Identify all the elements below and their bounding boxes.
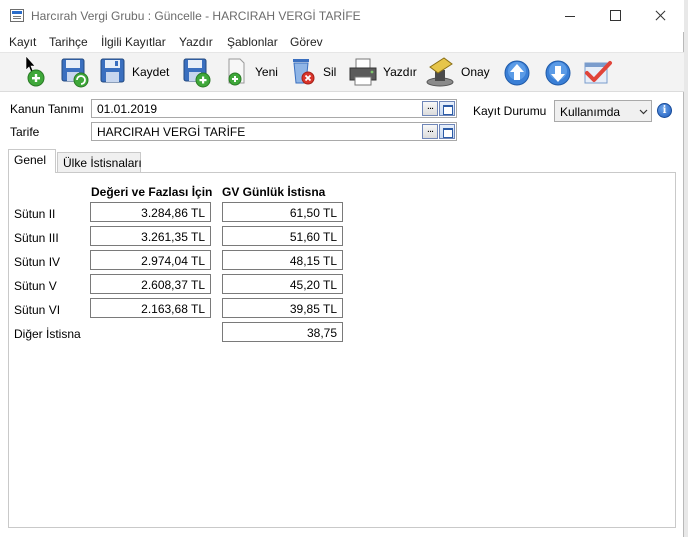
- new-document-icon: [228, 58, 245, 86]
- printer-icon: [349, 58, 377, 86]
- close-button[interactable]: [638, 0, 684, 32]
- app-icon: [10, 9, 24, 22]
- move-down-button[interactable]: [544, 53, 572, 93]
- maximize-button[interactable]: [592, 0, 638, 32]
- approve-stamp-icon: [426, 57, 454, 87]
- value-input-sutun-iii[interactable]: 3.261,35 TL: [90, 226, 211, 246]
- kanun-open-window-icon[interactable]: [439, 101, 455, 116]
- chevron-down-icon: [639, 109, 648, 115]
- exemption-input-diger-istisna[interactable]: 38,75: [222, 322, 343, 342]
- value-input-sutun-vi[interactable]: 2.163,68 TL: [90, 298, 211, 318]
- info-icon[interactable]: i: [657, 103, 672, 118]
- floppy-disk-icon: [100, 58, 125, 83]
- kanun-tanimi-label: Kanun Tanımı: [10, 102, 84, 116]
- row-label-sutun-iv: Sütun IV: [14, 255, 61, 269]
- arrow-down-icon: [545, 60, 571, 86]
- tab-ulke-istisnalari[interactable]: Ülke İstisnaları: [57, 152, 142, 173]
- kayit-durumu-value: Kullanımda: [560, 105, 621, 119]
- minimize-button[interactable]: [546, 0, 592, 32]
- save-button[interactable]: Kaydet: [132, 65, 169, 79]
- main-window: Harcırah Vergi Grubu : Güncelle - HARCIR…: [0, 0, 684, 537]
- menu-gorev[interactable]: Görev: [290, 35, 323, 49]
- kanun-tanimi-field[interactable]: 01.01.2019 ...: [91, 99, 457, 118]
- column-header-exemption: GV Günlük İstisna: [222, 185, 326, 199]
- column-header-value: Değeri ve Fazlası İçin: [91, 185, 213, 199]
- row-label-sutun-v: Sütun V: [14, 279, 57, 293]
- row-label-diger-istisna: Diğer İstisna: [14, 327, 81, 341]
- row-label-sutun-vi: Sütun VI: [14, 303, 61, 317]
- kayit-durumu-label: Kayıt Durumu: [473, 104, 547, 118]
- tarife-field[interactable]: HARCIRAH VERGİ TARİFE ...: [91, 122, 457, 141]
- delete-button[interactable]: Sil: [323, 65, 336, 79]
- row-label-sutun-ii: Sütun II: [14, 207, 56, 221]
- title-bar: Harcırah Vergi Grubu : Güncelle - HARCIR…: [0, 0, 684, 32]
- value-input-sutun-v[interactable]: 2.608,37 TL: [90, 274, 211, 294]
- tarife-open-window-icon[interactable]: [439, 124, 455, 139]
- save-refresh-icon: [61, 58, 89, 88]
- print-button[interactable]: Yazdır: [383, 65, 417, 79]
- menu-ilgili-kayitlar[interactable]: İlgili Kayıtlar: [101, 35, 166, 49]
- value-input-sutun-iv[interactable]: 2.974,04 TL: [90, 250, 211, 270]
- tarife-lookup-button[interactable]: ...: [422, 124, 438, 139]
- tab-panel-genel: Değeri ve Fazlası İçin GV Günlük İstisna…: [8, 172, 676, 528]
- tab-genel[interactable]: Genel: [8, 149, 56, 173]
- save-new-icon: [183, 58, 211, 88]
- tarife-label: Tarife: [10, 125, 40, 139]
- confirm-button[interactable]: [581, 53, 615, 93]
- approve-button[interactable]: Onay: [461, 65, 490, 79]
- exemption-input-sutun-iii[interactable]: 51,60 TL: [222, 226, 343, 246]
- background-window-edge: [684, 0, 688, 537]
- move-up-button[interactable]: [503, 53, 531, 93]
- menu-tarihce[interactable]: Tarihçe: [49, 35, 88, 49]
- menu-sablonlar[interactable]: Şablonlar: [227, 35, 278, 49]
- exemption-input-sutun-iv[interactable]: 48,15 TL: [222, 250, 343, 270]
- value-input-sutun-ii[interactable]: 3.284,86 TL: [90, 202, 211, 222]
- window-title: Harcırah Vergi Grubu : Güncelle - HARCIR…: [31, 9, 361, 23]
- approve-icon-button[interactable]: [424, 53, 458, 93]
- new-button[interactable]: Yeni: [255, 65, 278, 79]
- add-record-button[interactable]: [22, 53, 50, 93]
- delete-icon-button[interactable]: [289, 53, 317, 93]
- exemption-input-sutun-vi[interactable]: 39,85 TL: [222, 298, 343, 318]
- save-refresh-button[interactable]: [60, 53, 90, 93]
- add-record-icon: [25, 55, 45, 87]
- menu-bar: Kayıt Tarihçe İlgili Kayıtlar Yazdır Şab…: [0, 32, 684, 52]
- save-new-button[interactable]: [182, 53, 212, 93]
- new-document-icon-button[interactable]: [223, 53, 249, 93]
- save-icon-button[interactable]: [99, 53, 127, 93]
- arrow-up-icon: [504, 60, 530, 86]
- tarife-value: HARCIRAH VERGİ TARİFE: [97, 125, 246, 139]
- trash-delete-icon: [293, 59, 315, 85]
- exemption-input-sutun-v[interactable]: 45,20 TL: [222, 274, 343, 294]
- menu-kayit[interactable]: Kayıt: [9, 35, 36, 49]
- checkmark-icon: [584, 61, 612, 84]
- row-label-sutun-iii: Sütun III: [14, 231, 59, 245]
- toolbar: Kaydet Yeni Sil Yazdır Onay: [0, 52, 684, 92]
- menu-yazdir[interactable]: Yazdır: [179, 35, 213, 49]
- print-icon-button[interactable]: [347, 53, 379, 93]
- kanun-tanimi-value: 01.01.2019: [97, 102, 158, 116]
- kayit-durumu-select[interactable]: Kullanımda: [554, 100, 652, 122]
- kanun-lookup-button[interactable]: ...: [422, 101, 438, 116]
- exemption-input-sutun-ii[interactable]: 61,50 TL: [222, 202, 343, 222]
